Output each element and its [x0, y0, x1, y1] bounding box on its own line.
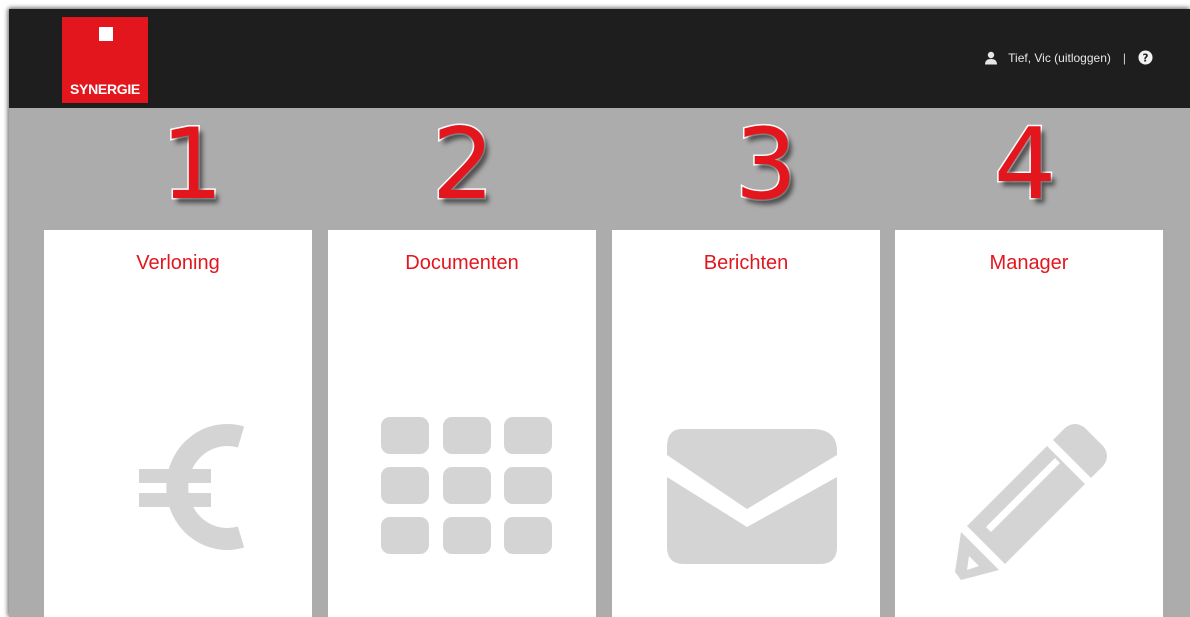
envelope-icon — [667, 429, 837, 564]
app-frame: SYNERGIE Tief, Vic (uitloggen) | ? 1 2 3… — [9, 9, 1190, 617]
svg-text:?: ? — [1143, 52, 1149, 64]
pencil-icon — [955, 424, 1107, 580]
annotation-number-1: 1 — [159, 108, 224, 222]
tile-berichten[interactable]: Berichten — [612, 230, 880, 617]
tile-verloning[interactable]: Verloning — [44, 230, 312, 617]
logo-square-icon — [99, 27, 113, 41]
tile-title: Documenten — [405, 252, 519, 274]
tile-documenten[interactable]: Documenten — [328, 230, 596, 617]
help-icon[interactable]: ? — [1138, 50, 1153, 65]
user-icon — [985, 51, 998, 64]
tile-title: Verloning — [136, 252, 220, 274]
tile-title: Manager — [989, 252, 1069, 274]
separator: | — [1122, 50, 1126, 65]
synergie-logo[interactable]: SYNERGIE — [62, 17, 148, 103]
euro-icon — [139, 424, 245, 550]
annotation-number-4: 4 — [992, 108, 1057, 222]
logo-text: SYNERGIE — [70, 81, 140, 97]
user-logout-link[interactable]: Tief, Vic (uitloggen) — [1008, 51, 1111, 65]
user-area: Tief, Vic (uitloggen) | ? — [984, 50, 1153, 65]
grid-icon — [381, 417, 552, 554]
top-bar: SYNERGIE Tief, Vic (uitloggen) | ? — [9, 9, 1190, 108]
tile-title: Berichten — [703, 252, 789, 274]
tile-manager[interactable]: Manager — [895, 230, 1163, 617]
annotation-number-3: 3 — [733, 108, 798, 222]
annotation-number-2: 2 — [430, 108, 495, 222]
